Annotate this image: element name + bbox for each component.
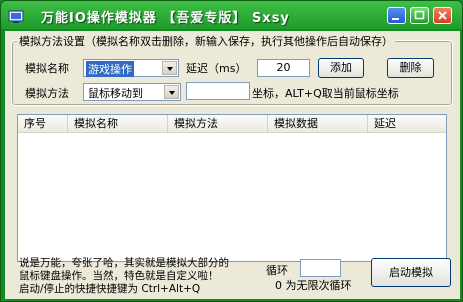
settings-group-title: 模拟方法设置（模拟名称双击删除，新输入保存，执行其他操作后自动保存） — [17, 33, 395, 49]
column-header-method[interactable]: 模拟方法 — [168, 115, 268, 132]
loop-label: 循环 — [266, 264, 288, 277]
loop-input[interactable] — [300, 259, 341, 277]
coordinate-input[interactable] — [186, 82, 250, 100]
minimize-button[interactable] — [387, 7, 406, 24]
window-title: 万能IO操作模拟器 【吾爱专版】 Sxsy — [41, 11, 290, 26]
close-button[interactable] — [433, 7, 452, 24]
operations-table[interactable]: 序号 模拟名称 模拟方法 模拟数据 延迟 — [17, 114, 447, 262]
column-header-data[interactable]: 模拟数据 — [268, 115, 368, 132]
delay-input[interactable]: 20 — [257, 59, 310, 77]
description-text: 说是万能，夸张了哈，其实就是模拟大部分的 鼠标键盘操作。当然，特色就是自定义啦！… — [19, 257, 229, 296]
name-combobox[interactable]: 游戏操作 — [83, 59, 179, 77]
add-button[interactable]: 添加 — [318, 58, 364, 78]
dropdown-arrow-icon[interactable] — [164, 85, 179, 99]
column-header-index[interactable]: 序号 — [18, 115, 68, 132]
dropdown-arrow-icon[interactable] — [162, 61, 177, 75]
app-window: 万能IO操作模拟器 【吾爱专版】 Sxsy 模拟方法设置（模拟名称双击删除，新输… — [0, 0, 463, 302]
app-icon — [8, 9, 24, 23]
coordinate-hint: 坐标，ALT+Q取当前鼠标坐标 — [252, 87, 399, 100]
method-combobox-value: 鼠标移动到 — [88, 87, 143, 100]
maximize-button[interactable] — [410, 7, 429, 24]
delay-label: 延迟（ms） — [186, 62, 247, 75]
client-area: 模拟方法设置（模拟名称双击删除，新输入保存，执行其他操作后自动保存） 模拟名称 … — [5, 31, 460, 299]
method-label: 模拟方法 — [25, 87, 69, 100]
column-header-delay[interactable]: 延迟 — [368, 115, 446, 132]
minimize-icon — [392, 18, 399, 20]
loop-hint: 0 为无限次循环 — [275, 279, 352, 292]
maximize-icon — [414, 10, 425, 20]
description-line-1: 说是万能，夸张了哈，其实就是模拟大部分的 — [19, 257, 229, 269]
description-line-2: 鼠标键盘操作。当然，特色就是自定义啦！ — [19, 270, 219, 282]
start-simulation-button[interactable]: 启动模拟 — [371, 258, 451, 287]
method-combobox[interactable]: 鼠标移动到 — [83, 83, 181, 101]
table-header: 序号 模拟名称 模拟方法 模拟数据 延迟 — [18, 115, 446, 133]
title-bar[interactable]: 万能IO操作模拟器 【吾爱专版】 Sxsy — [1, 1, 462, 31]
name-label: 模拟名称 — [25, 62, 69, 75]
name-combobox-value: 游戏操作 — [86, 61, 134, 77]
close-icon — [438, 11, 447, 20]
delete-button[interactable]: 删除 — [387, 58, 434, 78]
description-line-3: 启动/停止的快捷快捷键为 Ctrl+Alt+Q — [19, 283, 201, 295]
column-header-name[interactable]: 模拟名称 — [68, 115, 168, 132]
